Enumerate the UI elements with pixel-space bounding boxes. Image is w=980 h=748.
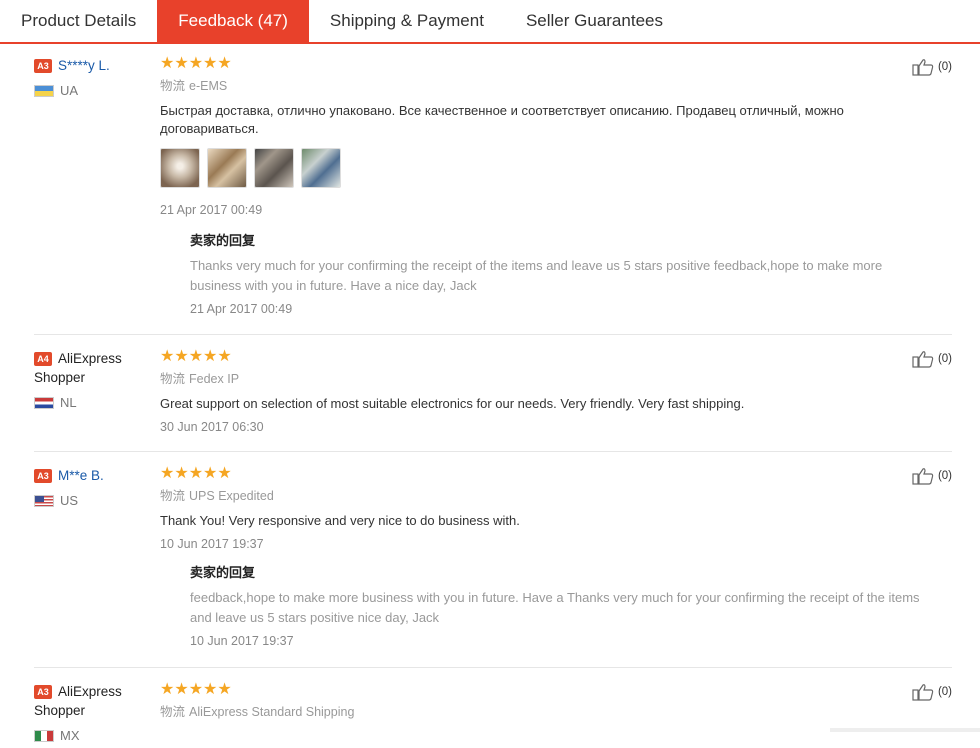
buyer-info: A3 AliExpress Shopper MX <box>34 682 154 743</box>
feedback-photos <box>160 148 920 188</box>
helpful-button[interactable]: (0) <box>912 683 952 701</box>
feedback-item: A3 M**e B. US ★★★★★ 物流 UPS Expedited Thank… <box>34 452 952 668</box>
seller-reply: 卖家的回复 Thanks very much for your confirmi… <box>190 232 920 318</box>
buyer-level-badge: A3 <box>34 685 52 699</box>
helpful-button[interactable]: (0) <box>912 350 952 368</box>
scrollbar-track[interactable] <box>830 728 980 732</box>
mexico-flag-icon <box>34 729 54 742</box>
tab-shipping-payment[interactable]: Shipping & Payment <box>309 0 505 42</box>
seller-reply: 卖家的回复 feedback,hope to make more busines… <box>190 564 920 650</box>
feedback-photo-thumbnail[interactable] <box>301 148 341 188</box>
shipping-label: 物流 <box>160 489 186 503</box>
thumbs-up-icon <box>912 351 934 368</box>
buyer-info: A4 AliExpress Shopper NL <box>34 349 154 410</box>
buyer-info: A3 S****y L. UA <box>34 56 154 98</box>
feedback-photo-thumbnail[interactable] <box>254 148 294 188</box>
shipping-label: 物流 <box>160 372 186 386</box>
tab-seller-guarantees[interactable]: Seller Guarantees <box>505 0 684 42</box>
helpful-button[interactable]: (0) <box>912 467 952 485</box>
buyer-level-badge: A3 <box>34 59 52 73</box>
feedback-date: 21 Apr 2017 00:49 <box>160 203 263 217</box>
feedback-list: A3 S****y L. UA ★★★★★ 物流 e-EMS Быстрая дос… <box>0 44 980 748</box>
shipping-method: 物流 AliExpress Standard Shipping <box>160 704 920 720</box>
seller-reply-title: 卖家的回复 <box>190 233 256 248</box>
helpful-button[interactable]: (0) <box>912 58 952 76</box>
product-tabs: Product Details Feedback (47) Shipping &… <box>0 0 980 44</box>
feedback-date: 10 Jun 2017 19:37 <box>160 537 264 551</box>
feedback-item: A3 AliExpress Shopper MX ★★★★★ 物流 AliExpre… <box>34 668 952 748</box>
buyer-country: US <box>34 493 154 508</box>
star-rating: ★★★★★ <box>160 681 232 698</box>
helpful-count: (0) <box>937 61 952 73</box>
buyer-level-badge: A3 <box>34 469 52 483</box>
buyer-info: A3 M**e B. US <box>34 466 154 508</box>
buyer-country: NL <box>34 395 154 410</box>
feedback-content: ★★★★★ 物流 UPS Expedited Thank You! Very re… <box>160 465 920 650</box>
star-rating: ★★★★★ <box>160 55 232 72</box>
tab-product-details[interactable]: Product Details <box>0 0 157 42</box>
shipping-value: e-EMS <box>189 79 228 93</box>
feedback-text: Great support on selection of most suita… <box>160 396 745 411</box>
feedback-photo-thumbnail[interactable] <box>160 148 200 188</box>
country-code: MX <box>60 728 80 743</box>
seller-reply-text: feedback,hope to make more business with… <box>190 590 920 625</box>
star-rating: ★★★★★ <box>160 348 232 365</box>
shipping-method: 物流 Fedex IP <box>160 371 920 387</box>
buyer-country: UA <box>34 83 154 98</box>
star-rating: ★★★★★ <box>160 465 232 482</box>
feedback-photo-thumbnail[interactable] <box>207 148 247 188</box>
tab-feedback[interactable]: Feedback (47) <box>157 0 309 42</box>
ukraine-flag-icon <box>34 84 54 97</box>
buyer-country: MX <box>34 728 154 743</box>
shipping-value: Fedex IP <box>189 372 240 386</box>
shipping-method: 物流 UPS Expedited <box>160 488 920 504</box>
feedback-text: Быстрая доставка, отлично упаковано. Все… <box>160 103 844 136</box>
united-states-flag-icon <box>34 494 54 507</box>
feedback-item: A4 AliExpress Shopper NL ★★★★★ 物流 Fedex IP… <box>34 335 952 452</box>
country-code: NL <box>60 395 77 410</box>
thumbs-up-icon <box>912 684 934 701</box>
feedback-content: ★★★★★ 物流 Fedex IP Great support on select… <box>160 348 920 435</box>
buyer-name[interactable]: M**e B. <box>58 468 104 483</box>
shipping-label: 物流 <box>160 79 186 93</box>
country-code: UA <box>60 83 79 98</box>
shipping-value: AliExpress Standard Shipping <box>189 705 355 719</box>
thumbs-up-icon <box>912 468 934 485</box>
feedback-text: Thank You! Very responsive and very nice… <box>160 513 520 528</box>
feedback-content: ★★★★★ 物流 AliExpress Standard Shipping <box>160 681 920 720</box>
seller-reply-date: 10 Jun 2017 19:37 <box>190 634 294 648</box>
shipping-label: 物流 <box>160 705 186 719</box>
seller-reply-date: 21 Apr 2017 00:49 <box>190 302 293 316</box>
thumbs-up-icon <box>912 59 934 76</box>
feedback-content: ★★★★★ 物流 e-EMS Быстрая доставка, отлично … <box>160 55 920 318</box>
helpful-count: (0) <box>937 686 952 698</box>
buyer-level-badge: A4 <box>34 352 52 366</box>
netherlands-flag-icon <box>34 396 54 409</box>
feedback-date: 30 Jun 2017 06:30 <box>160 420 264 434</box>
helpful-count: (0) <box>937 470 952 482</box>
buyer-name[interactable]: S****y L. <box>58 58 110 73</box>
seller-reply-title: 卖家的回复 <box>190 565 256 580</box>
country-code: US <box>60 493 79 508</box>
seller-reply-text: Thanks very much for your confirming the… <box>190 258 883 293</box>
shipping-method: 物流 e-EMS <box>160 78 920 94</box>
helpful-count: (0) <box>937 353 952 365</box>
shipping-value: UPS Expedited <box>189 489 274 503</box>
feedback-item: A3 S****y L. UA ★★★★★ 物流 e-EMS Быстрая дос… <box>34 44 952 335</box>
